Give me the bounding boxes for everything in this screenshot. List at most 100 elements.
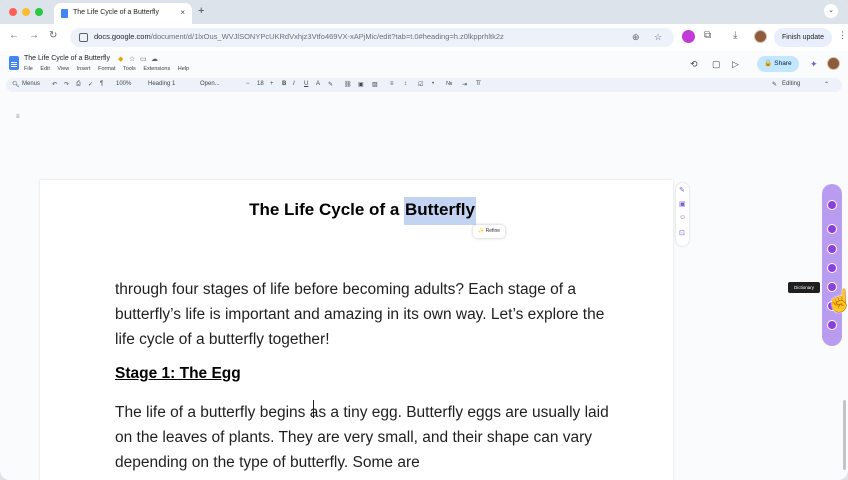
new-tab-button[interactable]: + [198, 5, 204, 17]
menu-help[interactable]: Help [178, 66, 189, 72]
menu-extensions[interactable]: Extensions [143, 66, 170, 72]
formatting-toolbar: 🔍︎ Menus ↶ ↷ ⎙ ✓ ¶ 100% Heading 1 Open..… [6, 78, 842, 92]
paragraph-style-select[interactable]: Heading 1 [148, 81, 175, 87]
docs-logo-icon[interactable] [9, 56, 19, 70]
body-paragraph-1[interactable]: through four stages of life before becom… [115, 277, 625, 352]
menu-format[interactable]: Format [98, 66, 115, 72]
scrollbar[interactable] [843, 400, 846, 470]
download-icon[interactable]: ⤓ [733, 30, 737, 41]
refine-label: Refine [485, 228, 501, 234]
address-bar[interactable]: docs.google.com/document/d/1lxOus_WVJlSO… [70, 28, 674, 47]
finish-update-button[interactable]: Finish update [774, 28, 832, 47]
redo-icon[interactable]: ↷ [64, 81, 69, 88]
increase-font-icon[interactable]: + [270, 81, 274, 87]
menu-view[interactable]: View [57, 66, 69, 72]
menu-tools[interactable]: Tools [123, 66, 136, 72]
puzzle-extensions-icon[interactable]: ⧉ [704, 30, 711, 41]
profile-avatar[interactable] [754, 30, 767, 43]
insert-comment-icon[interactable]: ▣ [358, 81, 364, 88]
paint-format-icon[interactable]: ¶ [100, 81, 103, 87]
menu-bar: File Edit View Insert Format Tools Exten… [24, 66, 195, 72]
italic-icon[interactable]: I [293, 81, 295, 87]
account-avatar[interactable] [827, 57, 840, 70]
suggest-edits-icon[interactable]: ⊡ [679, 229, 685, 237]
emoji-icon[interactable]: ☺ [679, 214, 686, 221]
stage-heading[interactable]: Stage 1: The Egg [115, 365, 241, 383]
menu-insert[interactable]: Insert [77, 66, 91, 72]
docs-favicon-icon [61, 9, 68, 18]
document-canvas[interactable]: ≡ The Life Cycle of a Butterfly ✨ Refine… [0, 92, 848, 480]
url-path: /document/d/1lxOus_WVJlSONYPcUKRdVxhjz3V… [150, 32, 504, 41]
gemini-icon[interactable]: ✦ [810, 59, 818, 70]
translate-icon[interactable]: ⊕ [632, 32, 640, 43]
minimize-window-button[interactable] [22, 8, 30, 16]
site-info-icon[interactable] [79, 33, 88, 42]
highlight-icon[interactable]: ✎ [328, 81, 333, 88]
align-icon[interactable]: ≡ [390, 81, 394, 87]
star-icon[interactable]: ☆ [129, 55, 135, 63]
tab-close-icon[interactable]: × [180, 8, 185, 17]
share-label: Share [774, 60, 792, 67]
editing-mode-icon[interactable]: ✎ [772, 81, 777, 88]
bold-icon[interactable]: B [282, 81, 286, 87]
menu-file[interactable]: File [24, 66, 33, 72]
line-spacing-icon[interactable]: ↕ [404, 81, 407, 87]
body-paragraph-2[interactable]: The life of a butterfly begins as a tiny… [115, 400, 625, 475]
spellcheck-icon[interactable]: ✓ [88, 81, 93, 88]
heading-text: The Life Cycle of a [249, 200, 405, 219]
back-arrow-icon[interactable]: ← [9, 30, 19, 41]
tab-active[interactable]: The Life Cycle of a Butterfly × [54, 3, 192, 24]
refine-button[interactable]: ✨ Refine [473, 225, 505, 238]
badge-icon[interactable]: ◆ [118, 55, 123, 63]
print-icon[interactable]: ⎙ [76, 81, 81, 88]
undo-icon[interactable]: ↶ [52, 81, 57, 88]
search-menus-label[interactable]: Menus [22, 81, 40, 87]
tab-title: The Life Cycle of a Butterfly [73, 9, 159, 16]
collapse-toolbar-icon[interactable]: ⌃ [824, 81, 829, 88]
meet-icon[interactable]: ▷ [732, 59, 739, 70]
add-comment-icon[interactable]: ▣ [679, 200, 686, 208]
document-heading[interactable]: The Life Cycle of a Butterfly [40, 197, 685, 225]
document-page[interactable]: The Life Cycle of a Butterfly ✨ Refine t… [40, 180, 673, 480]
search-menus-icon[interactable]: 🔍︎ [12, 81, 20, 88]
numbered-list-icon[interactable]: № [446, 81, 452, 87]
reload-icon[interactable]: ↻ [49, 30, 57, 41]
extension-translate-icon[interactable] [827, 244, 837, 254]
docs-header: The Life Cycle of a Butterfly ◆ ☆ ▭ ☁ Fi… [0, 51, 848, 78]
bulleted-list-icon[interactable]: • [432, 81, 434, 87]
font-select[interactable]: Open... [200, 81, 220, 87]
text-color-icon[interactable]: A [316, 81, 320, 87]
edit-suggest-icon[interactable]: ✎ [679, 186, 685, 194]
extension-highlight-icon[interactable] [827, 263, 837, 273]
document-title[interactable]: The Life Cycle of a Butterfly [24, 55, 110, 62]
history-icon[interactable]: ⟲ [690, 59, 698, 70]
browser-menu-icon[interactable]: ⋮ [838, 30, 847, 41]
maximize-window-button[interactable] [35, 8, 43, 16]
editing-mode-select[interactable]: Editing [782, 81, 800, 87]
bookmark-star-icon[interactable]: ☆ [654, 32, 662, 43]
insert-image-icon[interactable]: ▨ [372, 81, 378, 88]
move-folder-icon[interactable]: ▭ [140, 55, 147, 63]
comments-icon[interactable]: ▢ [712, 59, 721, 70]
close-window-button[interactable] [9, 8, 17, 16]
indent-icon[interactable]: ⇥ [462, 81, 467, 88]
extension-chat-icon[interactable] [827, 200, 837, 210]
checklist-icon[interactable]: ☑ [418, 81, 423, 88]
heading-selection[interactable]: Butterfly [404, 197, 476, 225]
font-size-field[interactable]: 18 [257, 81, 264, 87]
menu-edit[interactable]: Edit [40, 66, 49, 72]
clear-formatting-icon[interactable]: T̸ [476, 81, 480, 87]
decrease-font-icon[interactable]: − [246, 81, 250, 87]
forward-arrow-icon[interactable]: → [29, 30, 39, 41]
extension-settings-icon[interactable] [827, 320, 837, 330]
underline-icon[interactable]: U [304, 81, 308, 87]
extension-play-icon[interactable] [827, 224, 837, 234]
share-button[interactable]: 🔒 Share [757, 56, 799, 72]
zoom-select[interactable]: 100% [116, 81, 131, 87]
outline-toggle-icon[interactable]: ≡ [16, 114, 20, 120]
tab-search-button[interactable]: ⌄ [824, 4, 838, 18]
insert-link-icon[interactable]: ⛓ [344, 81, 352, 88]
url-host: docs.google.com [94, 32, 151, 41]
url-text[interactable]: docs.google.com/document/d/1lxOus_WVJlSO… [94, 32, 504, 41]
extension-icon[interactable] [682, 30, 695, 43]
